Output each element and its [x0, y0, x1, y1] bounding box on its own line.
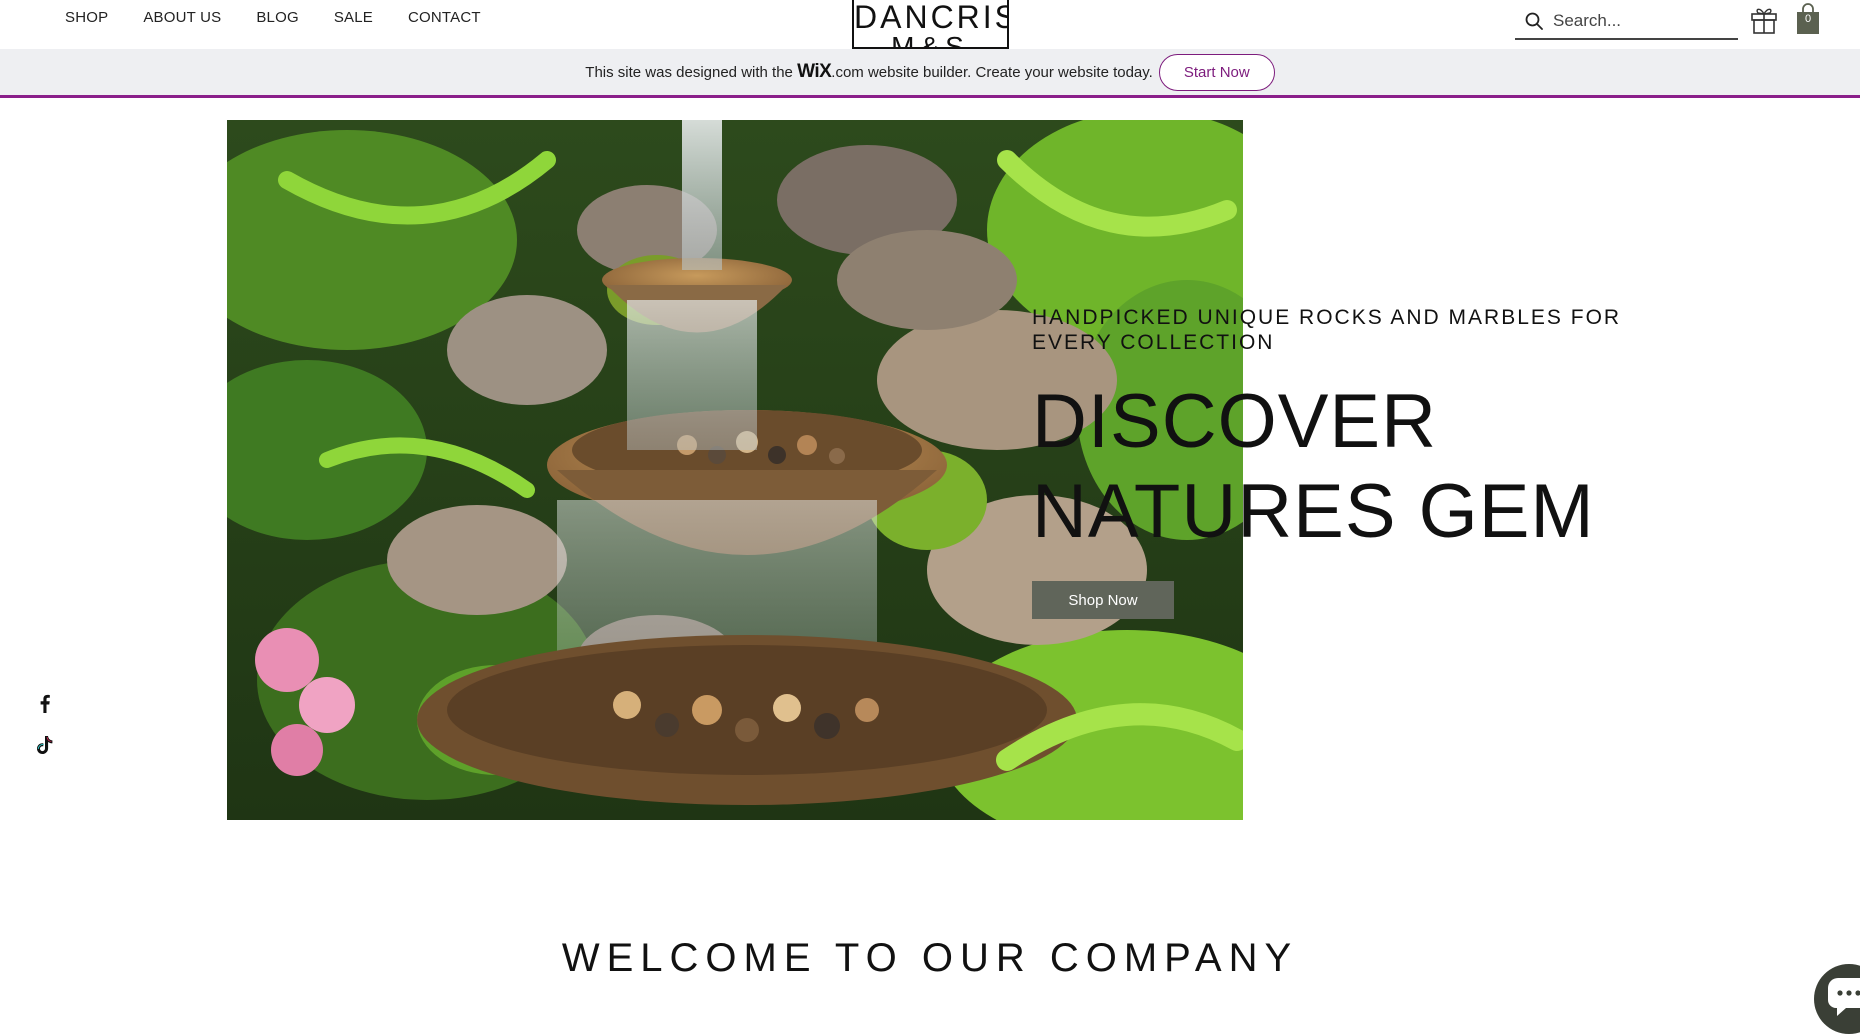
hero-tagline: HANDPICKED UNIQUE ROCKS AND MARBLES FOR …: [1032, 306, 1622, 354]
welcome-heading: WELCOME TO OUR COMPANY: [561, 936, 1299, 980]
nav-item-blog[interactable]: BLOG: [256, 9, 298, 26]
wix-banner: This site was designed with the WiX.com …: [0, 49, 1860, 98]
nav-item-contact[interactable]: CONTACT: [408, 9, 481, 26]
search-input[interactable]: [1553, 11, 1728, 31]
shop-now-button[interactable]: Shop Now: [1032, 581, 1174, 619]
start-now-button[interactable]: Start Now: [1158, 53, 1275, 91]
gift-icon[interactable]: [1750, 5, 1778, 35]
chat-button[interactable]: [1814, 964, 1860, 1034]
main-nav: SHOP ABOUT US BLOG SALE CONTACT: [65, 0, 481, 34]
hero-title-line-1: DISCOVER: [1032, 379, 1437, 464]
hero-title: DISCOVER NATURES GEM: [1032, 377, 1672, 557]
cart-count-badge: 0: [1804, 13, 1812, 25]
site-logo[interactable]: DANCRIS M&S: [852, 0, 1009, 49]
search-icon[interactable]: [1525, 12, 1543, 30]
nav-item-about-us[interactable]: ABOUT US: [143, 9, 221, 26]
banner-text: This site was designed with the WiX.com …: [585, 61, 1153, 83]
chat-icon: [1828, 978, 1860, 1016]
tiktok-icon[interactable]: [34, 734, 56, 756]
site-header: SHOP ABOUT US BLOG SALE CONTACT DANCRIS …: [0, 0, 1860, 49]
logo-subtext: M&S: [891, 31, 970, 49]
cart-button[interactable]: 0: [1795, 3, 1821, 35]
search-bar: [1515, 4, 1738, 40]
banner-text-before: This site was designed with the: [585, 64, 793, 81]
nav-item-sale[interactable]: SALE: [334, 9, 373, 26]
wix-logo[interactable]: WiX: [797, 61, 832, 82]
facebook-icon[interactable]: [34, 692, 56, 714]
hero-copy: HANDPICKED UNIQUE ROCKS AND MARBLES FOR …: [1032, 305, 1672, 557]
nav-item-shop[interactable]: SHOP: [65, 9, 108, 26]
hero-title-line-2: NATURES GEM: [1032, 469, 1595, 554]
logo-text: DANCRIS: [854, 0, 1009, 35]
banner-text-after: .com website builder. Create your websit…: [831, 64, 1153, 81]
